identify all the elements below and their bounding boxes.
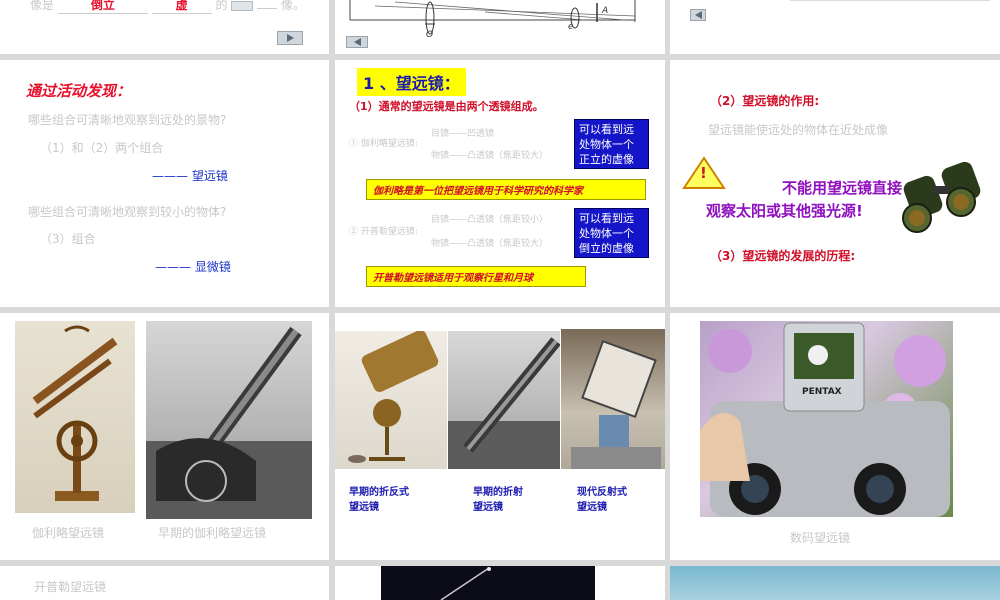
play-right-icon bbox=[286, 34, 294, 42]
caption-digital-binoculars: 数码望远镜 bbox=[790, 531, 851, 545]
binoculars-icon bbox=[902, 161, 981, 233]
prev-button-2[interactable] bbox=[690, 9, 706, 21]
kepler-box-line-3: 倒立的虚像 bbox=[579, 242, 634, 255]
slide6-sub3: （3）望远镜的发展的历程: bbox=[710, 249, 856, 263]
slide4-answer-2: （3）组合 bbox=[40, 232, 96, 246]
kepler-objective: 物镜——凸透镜（焦距较大） bbox=[431, 239, 549, 249]
caption-catadioptric-line-2: 望远镜 bbox=[349, 502, 379, 513]
galileo-box-line-3: 正立的虚像 bbox=[579, 153, 634, 166]
galileo-objective: 物镜——凸透镜（焦距较大） bbox=[431, 151, 549, 161]
kepler-label: ② 开普勒望远镜: bbox=[349, 227, 418, 237]
slide1-blank1-text: 倒立 bbox=[90, 0, 115, 12]
reflector-drawing bbox=[571, 339, 661, 469]
galileo-label: ① 伽利略望远镜: bbox=[349, 139, 418, 149]
slide1-suffix: 像。 bbox=[281, 0, 306, 12]
early-galileo-photo bbox=[146, 321, 312, 519]
caption-kepler: 开普勒望远镜 bbox=[34, 580, 107, 594]
slide-thumb-10[interactable]: 开普勒望远镜 bbox=[0, 566, 329, 600]
warning-line-1: 不能用望远镜直接 bbox=[782, 179, 903, 197]
galileo-box-line-2: 处物体一个 bbox=[579, 138, 634, 151]
galileo-box-line-1: 可以看到远 bbox=[579, 123, 634, 136]
slide-thumb-11[interactable] bbox=[335, 566, 665, 600]
galileo-eyepiece: 目镜——凹透镜 bbox=[431, 129, 495, 139]
early-galileo-drawing bbox=[146, 326, 312, 519]
slide-thumb-6[interactable]: （2）望远镜的作用: 望远镜能使远处的物体在近处成像 ! 不能用望远镜直接 观察… bbox=[670, 60, 1000, 307]
slide1-sentence: 像是 倒立 虚 的 像。 bbox=[30, 0, 305, 14]
slide-thumb-3[interactable] bbox=[670, 0, 1000, 54]
slide4-result-2: ——— 显微镜 bbox=[155, 260, 231, 274]
slide1-inline-icon bbox=[231, 0, 254, 11]
slide-thumb-5[interactable]: 1 、望远镜： （1）通常的望远镜是由两个透镜组成。 ① 伽利略望远镜: 目镜—… bbox=[335, 60, 665, 307]
galileo-info-box: 可以看到远 处物体一个 正立的虚像 bbox=[574, 119, 649, 169]
night-sky-drawing bbox=[440, 567, 491, 600]
kepler-note-bar: 开普勒望远镜适用于观察行星和月球 bbox=[366, 266, 586, 287]
slide5-subtitle: （1）通常的望远镜是由两个透镜组成。 bbox=[349, 100, 544, 113]
galileo-telescope-photo bbox=[15, 321, 135, 513]
refractor-photo bbox=[448, 331, 560, 469]
slide4-question-2: 哪些组合可清晰地观察到较小的物体? bbox=[28, 205, 227, 219]
slide1-blank-1: 倒立 bbox=[57, 0, 148, 14]
slide4-question-1: 哪些组合可清晰地观察到远处的景物? bbox=[28, 113, 227, 127]
prev-button[interactable] bbox=[346, 36, 368, 48]
brand-label: PENTAX bbox=[802, 387, 842, 397]
slide-thumb-4[interactable]: 通过活动发现： 哪些组合可清晰地观察到远处的景物? （1）和（2）两个组合 ——… bbox=[0, 60, 329, 307]
warning-mark: ! bbox=[700, 164, 707, 182]
slide1-blank-2: 虚 bbox=[151, 0, 212, 14]
caption-reflector: 现代反射式 望远镜 bbox=[577, 485, 627, 515]
caption-reflector-line-2: 望远镜 bbox=[577, 502, 607, 513]
slide1-mid: 的 bbox=[215, 0, 228, 12]
label-e: e bbox=[568, 22, 574, 32]
lens-diagram bbox=[349, 0, 636, 35]
next-button[interactable] bbox=[277, 31, 303, 45]
slide1-prefix: 像是 bbox=[30, 0, 55, 12]
caption-reflector-line-1: 现代反射式 bbox=[577, 487, 627, 498]
caption-refractor-line-2: 望远镜 bbox=[473, 502, 503, 513]
label-o: O bbox=[426, 30, 434, 40]
kepler-box-line-2: 处物体一个 bbox=[579, 227, 634, 240]
caption-galileo: 伽利略望远镜 bbox=[32, 526, 105, 540]
slide-thumb-12[interactable] bbox=[670, 566, 1000, 600]
slide-thumb-9[interactable]: PENTAX 数码望远镜 bbox=[670, 313, 1000, 560]
kepler-box-line-1: 可以看到远 bbox=[579, 212, 634, 225]
slide4-result-1: ——— 望远镜 bbox=[152, 169, 228, 183]
slide4-heading: 通过活动发现： bbox=[26, 82, 132, 100]
galileo-telescope-drawing bbox=[32, 325, 118, 501]
caption-refractor-line-1: 早期的折射 bbox=[473, 487, 523, 498]
kepler-eyepiece: 目镜——凸透镜（焦距较小） bbox=[431, 215, 549, 225]
slide5-title: 1 、望远镜： bbox=[357, 68, 466, 96]
caption-refractor: 早期的折射 望远镜 bbox=[473, 485, 523, 515]
kepler-info-box: 可以看到远 处物体一个 倒立的虚像 bbox=[574, 208, 649, 258]
slide1-blank-3 bbox=[257, 8, 278, 9]
label-a: A bbox=[602, 6, 609, 16]
digital-binoculars-drawing bbox=[700, 322, 950, 517]
sky-photo bbox=[670, 566, 1000, 600]
slide3-line bbox=[790, 0, 990, 1]
galileo-note-bar: 伽利略是第一位把望远镜用于科学研究的科学家 bbox=[366, 179, 646, 200]
slide1-blank2-text: 虚 bbox=[175, 0, 188, 12]
slide-thumb-2[interactable]: O e A bbox=[335, 0, 665, 54]
slide-thumb-8[interactable]: 早期的折反式 望远镜 早期的折射 望远镜 现代反射式 望远镜 bbox=[335, 313, 665, 560]
caption-catadioptric-line-1: 早期的折反式 bbox=[349, 487, 409, 498]
slide4-answer-1: （1）和（2）两个组合 bbox=[40, 141, 164, 155]
slide-thumb-1[interactable]: 像是 倒立 虚 的 像。 bbox=[0, 0, 329, 54]
slide6-effect: 望远镜能使远处的物体在近处成像 bbox=[708, 123, 889, 137]
slide-thumb-7[interactable]: 伽利略望远镜 早期的伽利略望远镜 bbox=[0, 313, 329, 560]
play-left-icon bbox=[353, 38, 361, 46]
caption-early-galileo: 早期的伽利略望远镜 bbox=[158, 526, 267, 540]
refractor-drawing bbox=[448, 337, 560, 469]
catadioptric-drawing bbox=[348, 331, 439, 463]
digital-binoculars-photo: PENTAX bbox=[700, 321, 953, 517]
warning-line-2: 观察太阳或其他强光源! bbox=[706, 202, 863, 220]
night-sky-photo bbox=[381, 566, 595, 600]
slide6-sub2: （2）望远镜的作用: bbox=[710, 94, 820, 108]
play-left-icon bbox=[694, 11, 702, 19]
reflector-photo bbox=[561, 329, 665, 469]
caption-catadioptric: 早期的折反式 望远镜 bbox=[349, 485, 409, 515]
catadioptric-photo bbox=[335, 331, 447, 469]
